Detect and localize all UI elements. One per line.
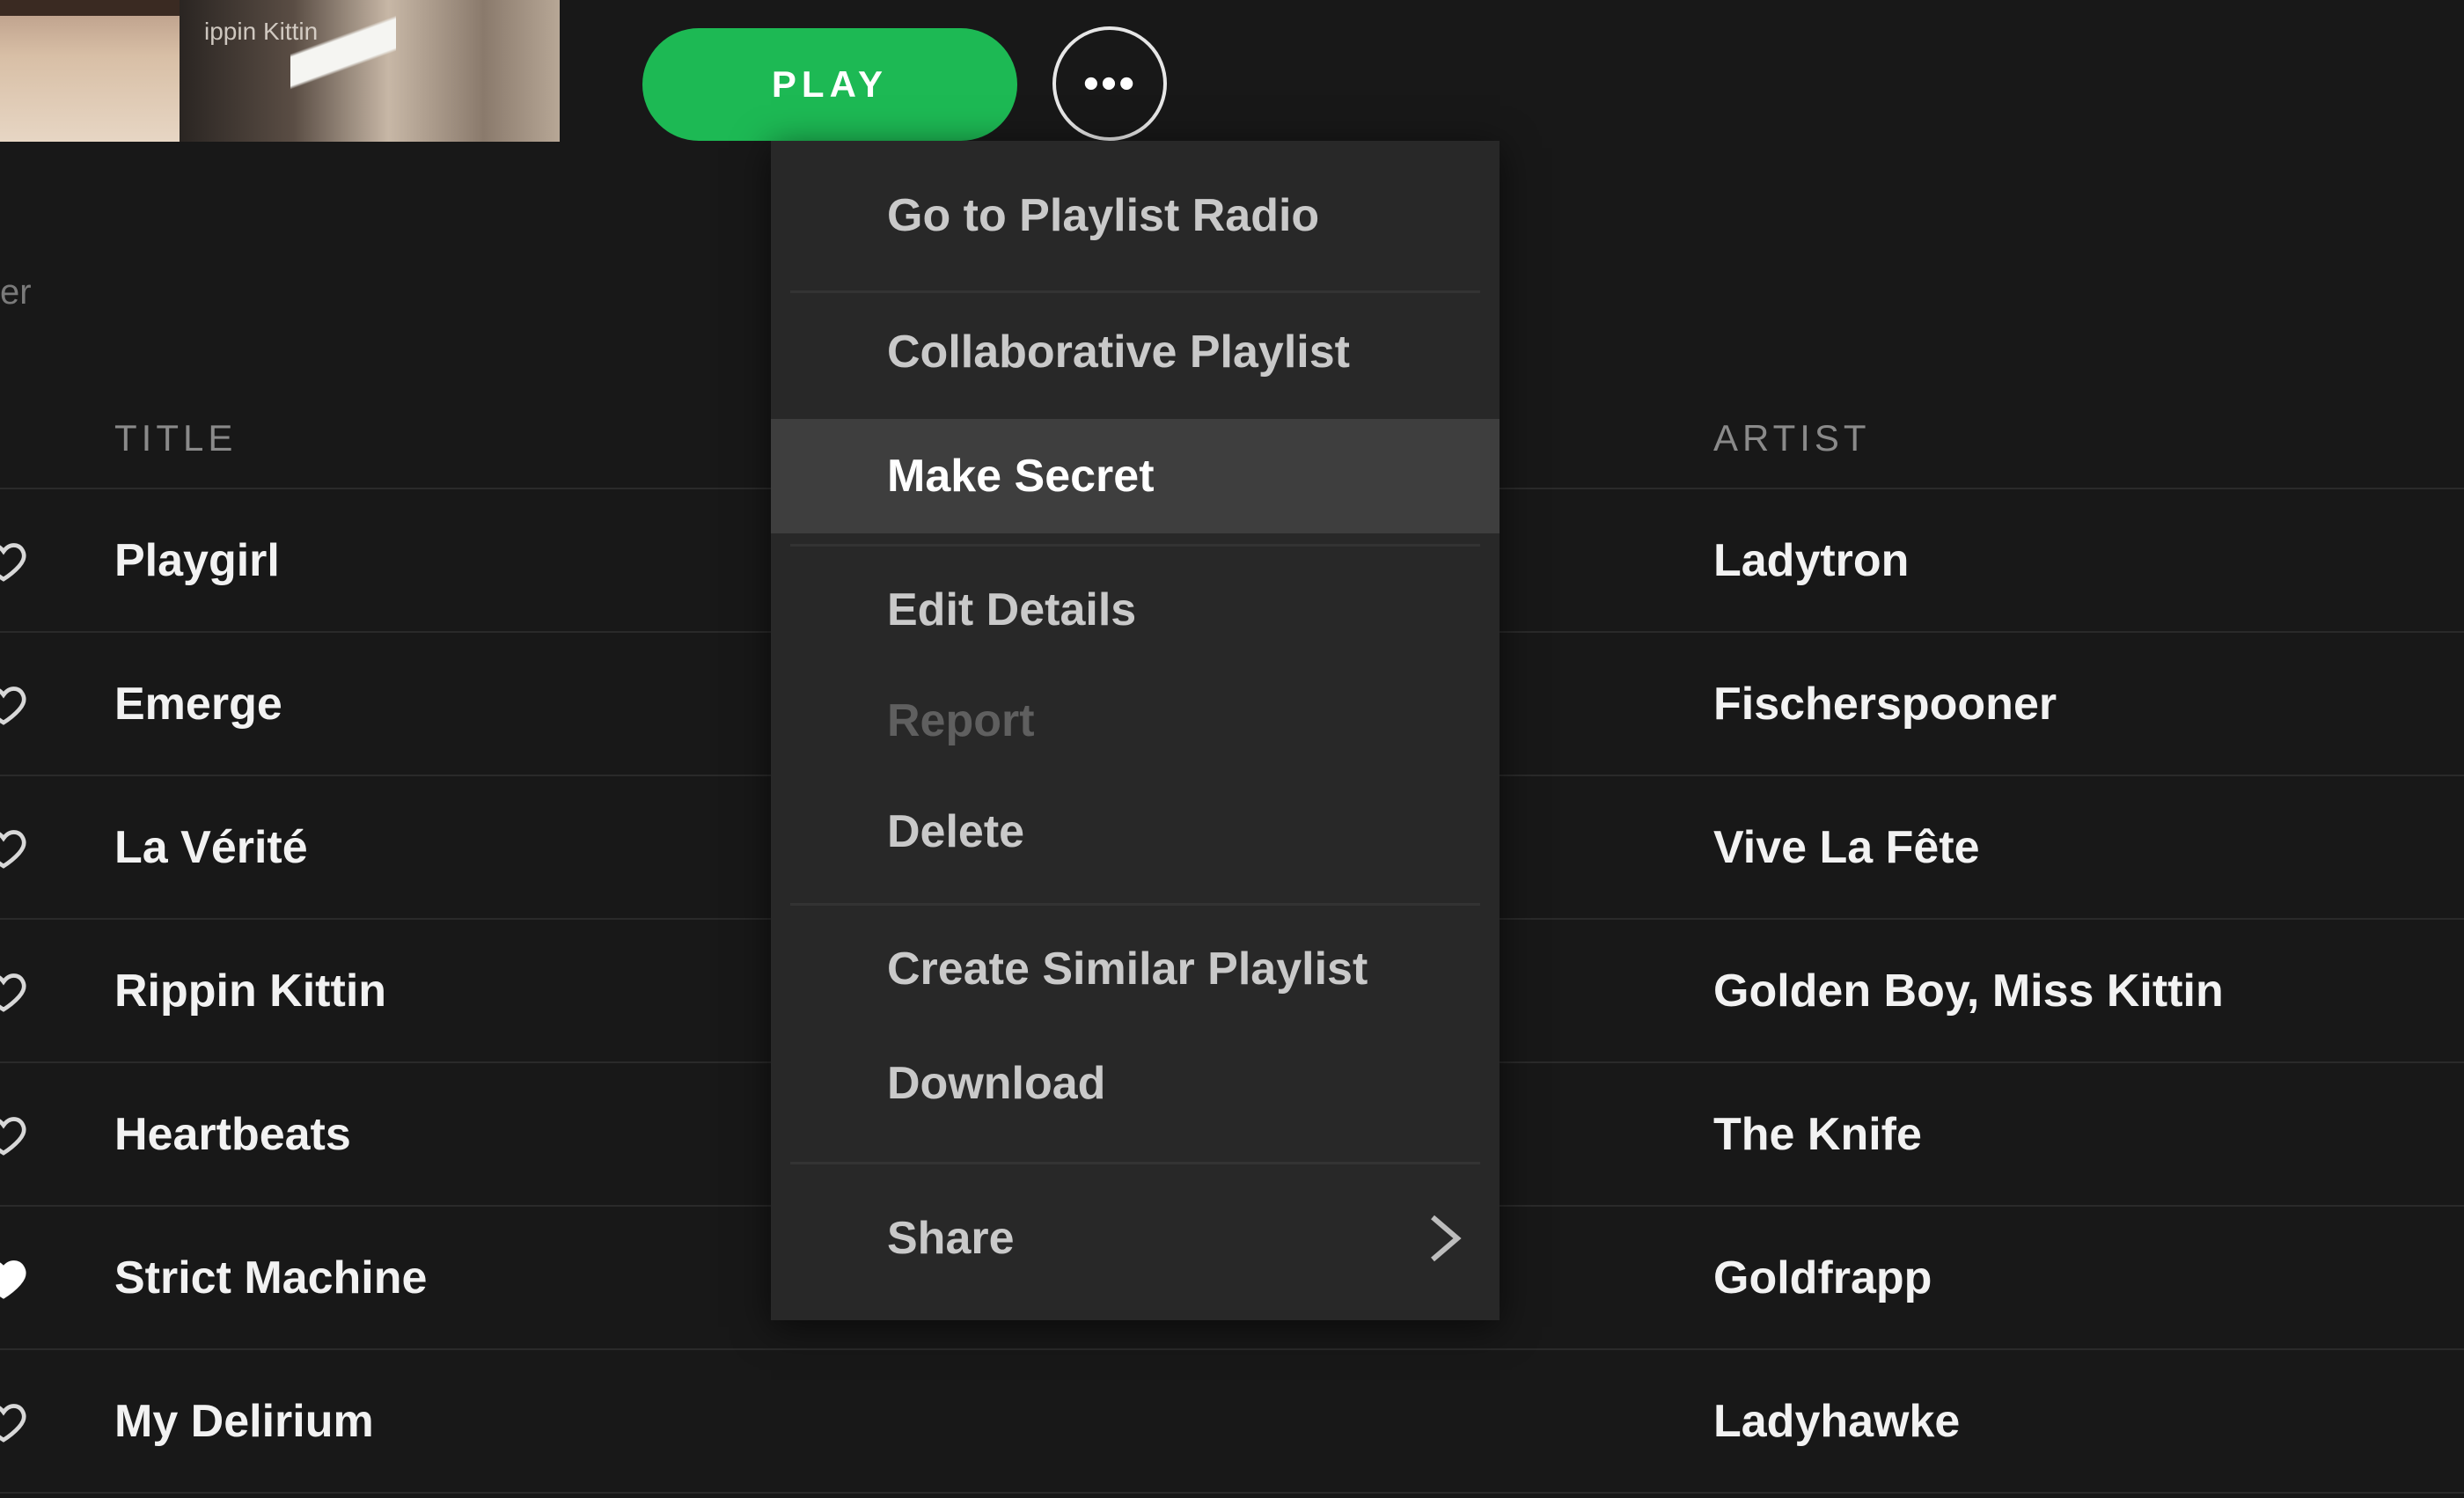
menu-item-report: Report [887, 695, 1035, 746]
track-title: My Delirium [114, 1395, 374, 1447]
heart-icon[interactable] [0, 1397, 28, 1446]
track-artist[interactable]: Vive La Fête [1713, 821, 1980, 874]
track-title: Rippin Kittin [114, 965, 387, 1017]
menu-item-share-label: Share [887, 1213, 1015, 1264]
menu-item-make-secret[interactable]: Make Secret [771, 419, 1500, 533]
table-row[interactable]: My Delirium Ladyhawke [0, 1350, 2464, 1494]
menu-divider [790, 1162, 1480, 1164]
sidebar-text-fragment: er [0, 273, 32, 312]
track-title: Heartbeats [114, 1108, 351, 1160]
track-artist[interactable]: Ladyhawke [1713, 1395, 1960, 1448]
menu-divider [790, 290, 1480, 293]
track-title: Playgirl [114, 534, 280, 586]
menu-divider [790, 903, 1480, 906]
heart-icon[interactable] [0, 536, 28, 585]
chevron-right-icon [1431, 1215, 1462, 1262]
track-artist[interactable]: Goldfrapp [1713, 1252, 1932, 1304]
more-options-button[interactable]: ••• [1052, 26, 1167, 141]
heart-icon[interactable] [0, 679, 28, 729]
play-button[interactable]: PLAY [642, 28, 1017, 141]
heart-icon[interactable] [0, 823, 28, 872]
menu-item-share[interactable]: Share [771, 1172, 1500, 1304]
track-artist[interactable]: Ladytron [1713, 534, 1909, 587]
heart-filled-icon[interactable] [0, 1253, 28, 1303]
menu-item-edit-details[interactable]: Edit Details [771, 554, 1500, 665]
heart-icon[interactable] [0, 966, 28, 1016]
heart-icon[interactable] [0, 1110, 28, 1159]
menu-item-create-similar[interactable]: Create Similar Playlist [771, 912, 1500, 1026]
track-title: La Vérité [114, 821, 308, 873]
menu-divider [790, 544, 1480, 547]
more-icon: ••• [1082, 58, 1137, 109]
cover-caption: ippin Kittin [204, 18, 319, 45]
menu-item-delete[interactable]: Delete [771, 776, 1500, 887]
menu-item-collaborative[interactable]: Collaborative Playlist [771, 299, 1500, 405]
menu-item-download[interactable]: Download [771, 1026, 1500, 1141]
track-artist[interactable]: Fischerspooner [1713, 678, 2057, 731]
context-menu: Go to Playlist Radio Collaborative Playl… [771, 141, 1500, 1320]
track-title: Emerge [114, 678, 282, 730]
column-header-artist[interactable]: ARTIST [1713, 417, 1871, 459]
column-header-title[interactable]: TITLE [114, 417, 237, 459]
cover-tile-left [0, 0, 180, 142]
menu-item-playlist-radio[interactable]: Go to Playlist Radio [771, 141, 1500, 290]
track-title: Strict Machine [114, 1252, 428, 1303]
track-artist[interactable]: The Knife [1713, 1108, 1922, 1161]
playlist-cover: ippin Kittin [0, 0, 560, 142]
track-artist[interactable]: Golden Boy, Miss Kittin [1713, 965, 2224, 1017]
